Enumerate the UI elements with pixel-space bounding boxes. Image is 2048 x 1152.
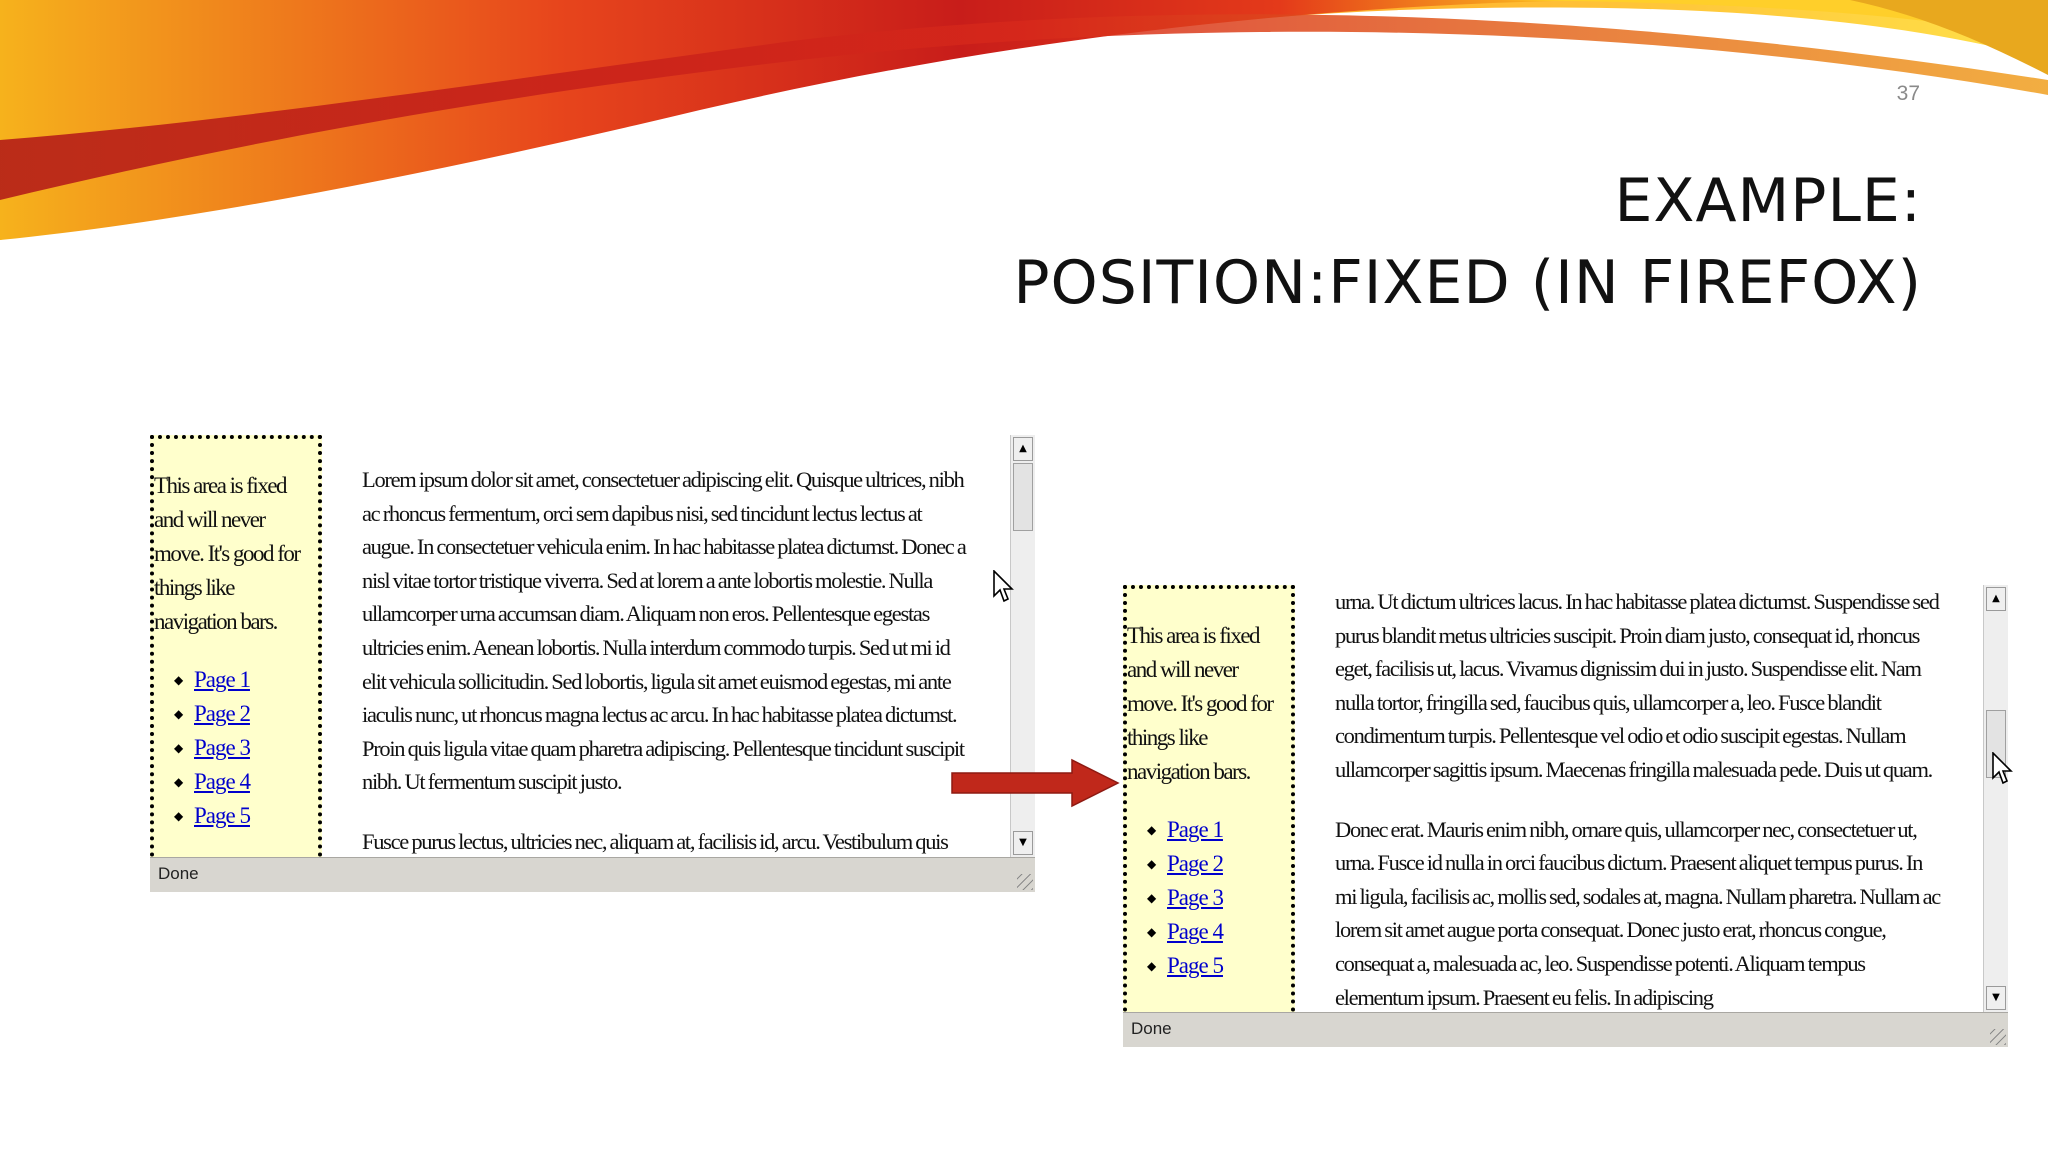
nav-link-page-4[interactable]: Page 4 [194, 769, 251, 794]
nav-list-item: Page 2 [1147, 847, 1291, 881]
nav-link-page-3[interactable]: Page 3 [194, 735, 251, 760]
browser-window-before: This area is fixed and will never move. … [150, 435, 1035, 892]
nav-link-page-4[interactable]: Page 4 [1167, 919, 1224, 944]
nav-list-item: Page 1 [174, 663, 318, 697]
nav-link-page-1[interactable]: Page 1 [194, 667, 251, 692]
slide-title: EXAMPLE: POSITION:FIXED (IN FIREFOX) [900, 160, 1922, 324]
nav-description: This area is fixed and will never move. … [1127, 623, 1274, 784]
scrollbar-thumb[interactable] [1013, 463, 1033, 531]
scroll-down-arrow-icon[interactable]: ▼ [1986, 986, 2006, 1010]
page-content: Lorem ipsum dolor sit amet, consectetuer… [362, 463, 970, 857]
scroll-down-arrow-icon[interactable]: ▼ [1013, 831, 1033, 855]
resize-grip-icon[interactable] [1017, 874, 1033, 890]
nav-list-item: Page 1 [1147, 813, 1291, 847]
scroll-up-arrow-icon[interactable]: ▲ [1013, 437, 1033, 461]
nav-link-page-5[interactable]: Page 5 [194, 803, 251, 828]
nav-list-item: Page 3 [1147, 881, 1291, 915]
scroll-up-arrow-icon[interactable]: ▲ [1986, 587, 2006, 611]
right-arrow-icon [951, 758, 1120, 808]
nav-list-item: Page 4 [174, 765, 318, 799]
status-bar: Done [1123, 1012, 2008, 1047]
nav-link-page-2[interactable]: Page 2 [194, 701, 251, 726]
slide-title-line-1: EXAMPLE: [1614, 166, 1922, 236]
nav-link-page-2[interactable]: Page 2 [1167, 851, 1224, 876]
nav-list-item: Page 3 [174, 731, 318, 765]
status-text: Done [158, 864, 199, 883]
nav-link-page-3[interactable]: Page 3 [1167, 885, 1224, 910]
page-viewport[interactable]: This area is fixed and will never move. … [150, 435, 1010, 857]
content-paragraph: Lorem ipsum dolor sit amet, consectetuer… [362, 467, 967, 795]
mouse-pointer-icon [1992, 752, 2013, 785]
fixed-navigation-panel: This area is fixed and will never move. … [150, 435, 322, 857]
slide-number: 37 [1896, 82, 1920, 105]
nav-description: This area is fixed and will never move. … [154, 473, 301, 634]
nav-link-list: Page 1 Page 2 Page 3 Page 4 Page 5 [1127, 813, 1291, 983]
mouse-pointer-icon [993, 570, 1014, 603]
nav-list-item: Page 5 [1147, 949, 1291, 983]
content-paragraph: urna. Ut dictum ultrices lacus. In hac h… [1335, 589, 1940, 782]
status-bar: Done [150, 857, 1035, 892]
content-paragraph: Fusce purus lectus, ultricies nec, aliqu… [362, 828, 949, 854]
nav-list-item: Page 5 [174, 799, 318, 833]
page-viewport[interactable]: This area is fixed and will never move. … [1123, 585, 1983, 1012]
fixed-navigation-panel: This area is fixed and will never move. … [1123, 585, 1295, 1012]
resize-grip-icon[interactable] [1990, 1029, 2006, 1045]
nav-link-page-1[interactable]: Page 1 [1167, 817, 1224, 842]
page-content: urna. Ut dictum ultrices lacus. In hac h… [1335, 585, 1943, 1012]
vertical-scrollbar[interactable]: ▲ ▼ [1983, 585, 2008, 1012]
nav-link-page-5[interactable]: Page 5 [1167, 953, 1224, 978]
slide-title-line-2: POSITION:FIXED (IN FIREFOX) [1013, 248, 1922, 318]
status-text: Done [1131, 1019, 1172, 1038]
browser-window-after: This area is fixed and will never move. … [1123, 585, 2008, 1047]
nav-list-item: Page 2 [174, 697, 318, 731]
content-paragraph: Donec erat. Mauris enim nibh, ornare qui… [1335, 816, 1941, 1010]
nav-list-item: Page 4 [1147, 915, 1291, 949]
nav-link-list: Page 1 Page 2 Page 3 Page 4 Page 5 [154, 663, 318, 833]
